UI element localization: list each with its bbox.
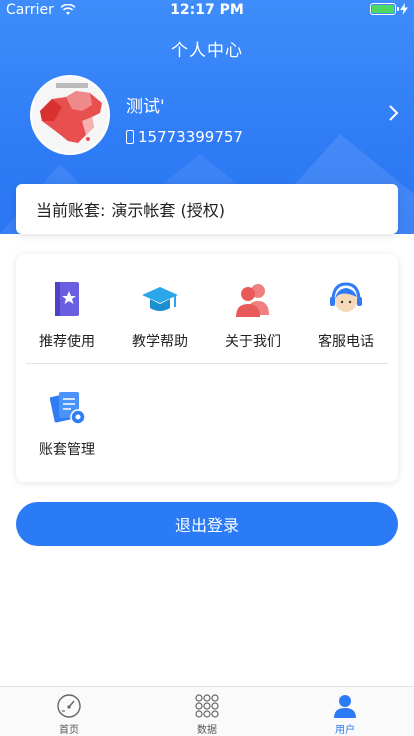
battery-icon (370, 3, 399, 15)
users-icon (236, 284, 269, 317)
grid-item-account-manage[interactable]: 账套管理 (19, 387, 115, 459)
tab-label: 数据 (197, 725, 217, 736)
user-phone: 15773399757 (126, 128, 243, 146)
graduation-cap-icon (142, 287, 178, 311)
speedometer-icon (57, 694, 81, 718)
tab-label: 首页 (59, 725, 79, 736)
phone-icon (126, 130, 134, 144)
tab-label: 用户 (335, 725, 355, 736)
logout-button[interactable]: 退出登录 (16, 502, 398, 546)
account-card[interactable]: 当前账套: 演示帐套 (授权) (16, 184, 398, 234)
user-name: 测试' (126, 97, 165, 117)
tab-data[interactable]: 数据 (138, 687, 276, 736)
user-icon (334, 695, 356, 718)
page-title: 个人中心 (171, 41, 243, 61)
grid-item-label: 账套管理 (39, 442, 95, 458)
dots-grid-icon (195, 694, 219, 718)
charging-icon (400, 3, 408, 15)
documents-settings-icon (49, 392, 86, 425)
tab-home[interactable]: 首页 (0, 687, 138, 736)
grid-divider (26, 363, 388, 364)
grid-item-about[interactable]: 关于我们 (205, 279, 301, 351)
feature-grid: 推荐使用 教学帮助 关于我们 客服电话 账套管理 (16, 254, 398, 482)
phone-number: 15773399757 (138, 128, 243, 146)
customer-service-icon (330, 282, 362, 312)
tab-bar: 首页 数据 用户 (0, 686, 414, 736)
account-value: 演示帐套 (授权) (111, 201, 225, 220)
account-label: 当前账套: (36, 201, 106, 220)
grid-item-service[interactable]: 客服电话 (298, 279, 394, 351)
avatar[interactable] (30, 75, 110, 155)
status-bar: Carrier 12:17 PM (0, 0, 414, 20)
status-time: 12:17 PM (170, 2, 244, 18)
chevron-right-icon[interactable] (388, 104, 400, 122)
tab-user[interactable]: 用户 (276, 687, 414, 736)
grid-item-label: 推荐使用 (39, 334, 95, 350)
grid-item-recommend[interactable]: 推荐使用 (19, 279, 115, 351)
grid-item-label: 关于我们 (225, 334, 281, 350)
bookmark-book-icon (55, 282, 79, 316)
grid-item-label: 教学帮助 (132, 334, 188, 350)
grid-item-help[interactable]: 教学帮助 (112, 279, 208, 351)
grid-item-label: 客服电话 (318, 334, 374, 350)
